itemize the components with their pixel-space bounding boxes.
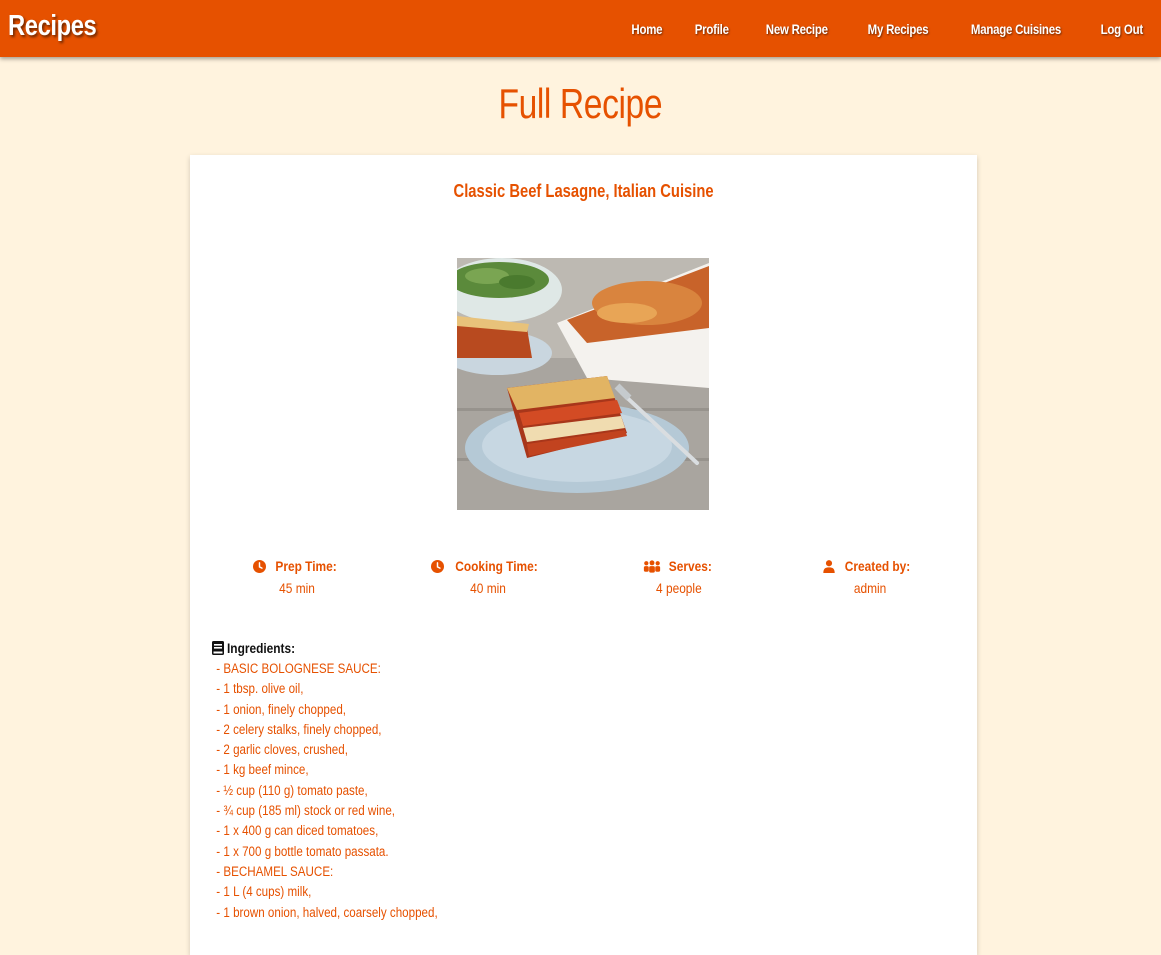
cooking-time-value: 40 min — [470, 580, 506, 596]
recipe-card: Classic Beef Lasagne, Italian Cuisine Pr… — [190, 155, 977, 955]
nav-link-home[interactable]: Home — [631, 21, 662, 37]
nav-link-log-out[interactable]: Log Out — [1101, 21, 1144, 37]
nav-links: Home Profile New Recipe My Recipes Manag… — [615, 0, 1161, 57]
top-navbar: Recipes Home Profile New Recipe My Recip… — [0, 0, 1161, 57]
nav-link-manage-cuisines[interactable]: Manage Cuisines — [970, 21, 1060, 37]
list-item: - 1 L (4 cups) milk, — [212, 882, 912, 902]
ingredient-text: - 2 celery stalks, finely chopped, — [216, 721, 382, 737]
page-title-text: Full Recipe — [498, 80, 663, 127]
list-item: - BASIC BOLOGNESE SAUCE: — [212, 659, 912, 679]
list-item: - ¾ cup (185 ml) stock or red wine, — [212, 801, 912, 821]
ingredient-text: - 1 tbsp. olive oil, — [216, 681, 304, 697]
list-item: - 1 kg beef mince, — [212, 760, 912, 780]
prep-time-label: Prep Time: — [275, 558, 337, 574]
created-by-label: Created by: — [844, 558, 911, 574]
list-item: - 1 x 400 g can diced tomatoes, — [212, 821, 912, 841]
ingredient-text: - 1 x 400 g can diced tomatoes, — [216, 823, 379, 839]
list-item: - ½ cup (110 g) tomato paste, — [212, 781, 912, 801]
brand-logo[interactable]: Recipes — [8, 10, 97, 43]
info-created-by: Created by: admin — [774, 558, 965, 596]
ingredient-text: - BECHAMEL SAUCE: — [216, 863, 334, 879]
list-item: - BECHAMEL SAUCE: — [212, 862, 912, 882]
ingredients-list: - BASIC BOLOGNESE SAUCE: - 1 tbsp. olive… — [212, 659, 912, 923]
prep-time-value: 45 min — [279, 580, 316, 596]
ingredient-text: - 1 onion, finely chopped, — [216, 701, 347, 717]
ingredient-text: - BASIC BOLOGNESE SAUCE: — [216, 661, 381, 676]
nav-link-new-recipe[interactable]: New Recipe — [766, 21, 828, 37]
lasagne-photo-illustration — [457, 258, 709, 510]
nav-link-profile[interactable]: Profile — [695, 21, 729, 37]
user-icon — [823, 559, 835, 573]
ingredient-text: - 1 L (4 cups) milk, — [216, 884, 312, 900]
clock-icon — [431, 559, 445, 573]
recipe-title: Classic Beef Lasagne, Italian Cuisine — [190, 181, 977, 202]
cooking-time-label: Cooking Time: — [455, 558, 538, 574]
list-item: - 1 brown onion, halved, coarsely choppe… — [212, 903, 912, 923]
recipe-info-row: Prep Time: 45 min Cooking Time: 40 min S… — [202, 558, 965, 596]
list-item: - 2 celery stalks, finely chopped, — [212, 720, 912, 740]
ingredient-text: - ¾ cup (185 ml) stock or red wine, — [216, 803, 396, 819]
recipe-title-text: Classic Beef Lasagne, Italian Cuisine — [453, 181, 714, 201]
info-cooking-time: Cooking Time: 40 min — [393, 558, 584, 596]
list-item: - 1 x 700 g bottle tomato passata. — [212, 842, 912, 862]
book-icon — [212, 641, 224, 655]
clock-icon — [252, 559, 266, 573]
ingredient-text: - 1 brown onion, halved, coarsely choppe… — [216, 904, 438, 920]
serves-label: Serves: — [668, 558, 712, 574]
users-icon — [643, 559, 660, 573]
ingredients-heading: Ingredients: — [212, 639, 912, 657]
list-item: - 2 garlic cloves, crushed, — [212, 740, 912, 760]
nav-link-my-recipes[interactable]: My Recipes — [867, 21, 928, 37]
page-title: Full Recipe — [0, 80, 1161, 128]
ingredient-text: - 2 garlic cloves, crushed, — [216, 742, 348, 758]
list-item: - 1 tbsp. olive oil, — [212, 679, 912, 699]
created-by-value: admin — [853, 580, 886, 596]
lasagne-photo — [457, 258, 709, 510]
serves-value: 4 people — [656, 580, 702, 596]
ingredient-text: - 1 x 700 g bottle tomato passata. — [216, 843, 389, 859]
list-item: - 1 onion, finely chopped, — [212, 700, 912, 720]
ingredients-section: Ingredients: - BASIC BOLOGNESE SAUCE: - … — [212, 639, 912, 923]
ingredients-heading-text: Ingredients: — [227, 640, 296, 656]
ingredient-text: - ½ cup (110 g) tomato paste, — [216, 782, 368, 798]
ingredient-text: - 1 kg beef mince, — [216, 762, 309, 778]
info-serves: Serves: 4 people — [584, 558, 775, 596]
info-prep-time: Prep Time: 45 min — [202, 558, 393, 596]
